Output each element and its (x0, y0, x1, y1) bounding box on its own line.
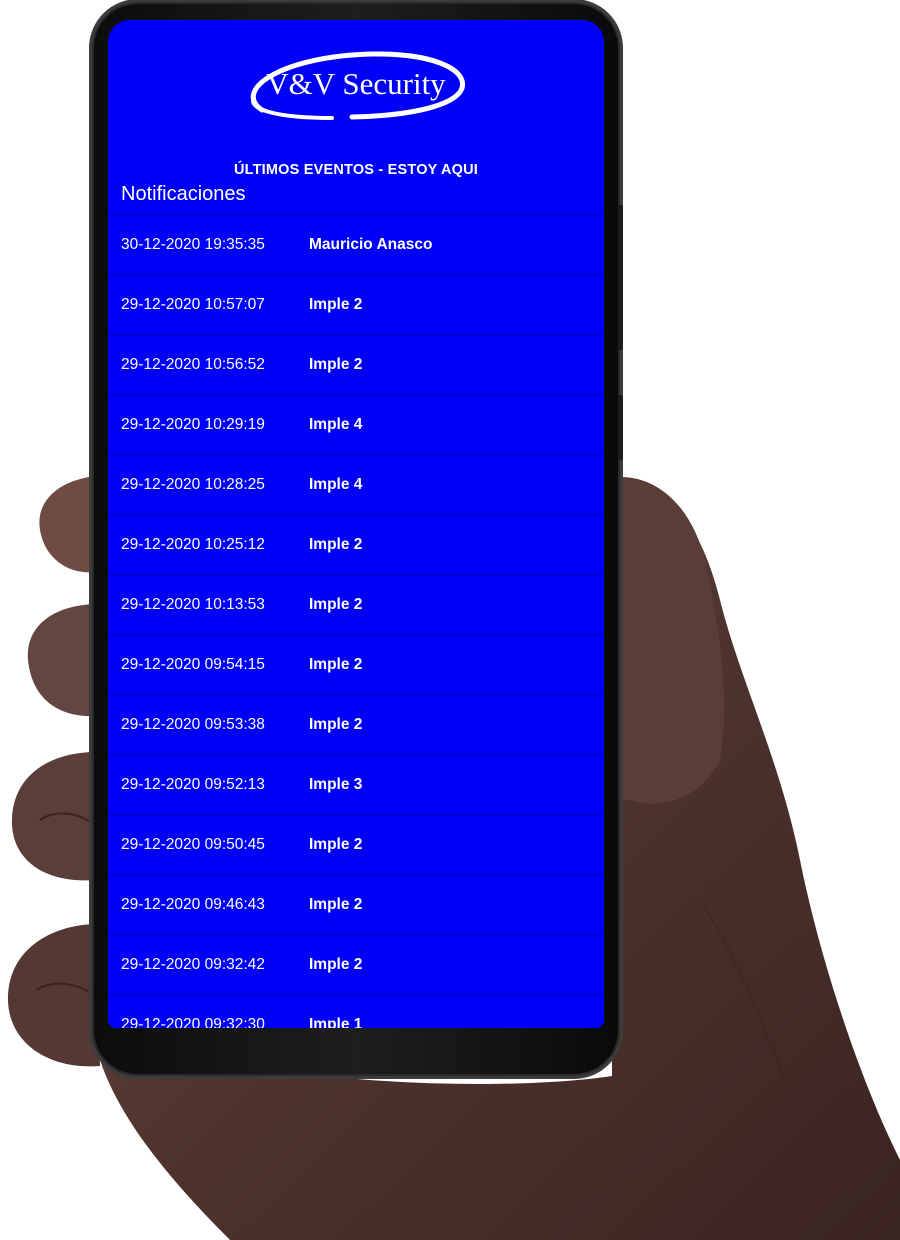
list-item[interactable]: 29-12-2020 10:29:19 Imple 4 (108, 394, 604, 454)
event-datetime: 29-12-2020 09:54:15 (121, 655, 265, 673)
event-name: Imple 2 (309, 955, 363, 973)
event-name: Imple 3 (309, 775, 363, 793)
list-item[interactable]: 29-12-2020 09:54:15 Imple 2 (108, 634, 604, 694)
event-name: Imple 2 (309, 835, 363, 853)
event-datetime: 29-12-2020 09:46:43 (121, 895, 265, 913)
event-name: Imple 2 (309, 295, 363, 313)
event-datetime: 29-12-2020 10:29:19 (121, 415, 265, 433)
event-name: Imple 2 (309, 595, 363, 613)
event-datetime: 29-12-2020 10:57:07 (121, 295, 265, 313)
list-item[interactable]: 29-12-2020 09:46:43 Imple 2 (108, 874, 604, 934)
event-name: Imple 2 (309, 655, 363, 673)
event-name: Imple 1 (309, 1015, 363, 1029)
logo-text: V&V Security (266, 66, 446, 101)
list-item[interactable]: 29-12-2020 10:25:12 Imple 2 (108, 514, 604, 574)
section-title: ÚLTIMOS EVENTOS - ESTOY AQUI (233, 162, 479, 178)
event-name: Imple 2 (309, 895, 363, 913)
power-button (618, 395, 623, 460)
event-datetime: 30-12-2020 19:35:35 (121, 235, 265, 253)
volume-button (618, 205, 623, 350)
event-datetime: 29-12-2020 09:50:45 (121, 835, 265, 853)
event-datetime: 29-12-2020 09:52:13 (121, 775, 265, 793)
list-heading: Notificaciones (121, 183, 246, 205)
list-item[interactable]: 30-12-2020 19:35:35 Mauricio Anasco (108, 214, 604, 274)
list-item[interactable]: 29-12-2020 09:32:42 Imple 2 (108, 934, 604, 994)
list-item[interactable]: 29-12-2020 10:13:53 Imple 2 (108, 574, 604, 634)
list-item[interactable]: 29-12-2020 09:32:30 Imple 1 (108, 994, 604, 1028)
list-item[interactable]: 29-12-2020 09:50:45 Imple 2 (108, 814, 604, 874)
event-datetime: 29-12-2020 09:32:42 (121, 955, 265, 973)
event-datetime: 29-12-2020 10:28:25 (121, 475, 265, 493)
list-item[interactable]: 29-12-2020 10:28:25 Imple 4 (108, 454, 604, 514)
app-screen: V&V Security ÚLTIMOS EVENTOS - ESTOY AQU… (108, 20, 604, 1028)
company-logo: V&V Security (242, 50, 470, 120)
event-datetime: 29-12-2020 09:53:38 (121, 715, 265, 733)
event-name: Imple 4 (309, 415, 363, 433)
event-name: Imple 4 (309, 475, 363, 493)
event-name: Imple 2 (309, 535, 363, 553)
events-list: 30-12-2020 19:35:35 Mauricio Anasco 29-12-… (108, 214, 604, 1028)
event-datetime: 29-12-2020 09:32:30 (121, 1015, 265, 1029)
event-datetime: 29-12-2020 10:13:53 (121, 595, 265, 613)
list-item[interactable]: 29-12-2020 10:56:52 Imple 2 (108, 334, 604, 394)
list-item[interactable]: 29-12-2020 10:57:07 Imple 2 (108, 274, 604, 334)
event-name: Mauricio Anasco (309, 235, 433, 253)
event-datetime: 29-12-2020 10:56:52 (121, 355, 265, 373)
event-name: Imple 2 (309, 715, 363, 733)
event-datetime: 29-12-2020 10:25:12 (121, 535, 265, 553)
event-name: Imple 2 (309, 355, 363, 373)
list-item[interactable]: 29-12-2020 09:53:38 Imple 2 (108, 694, 604, 754)
list-item[interactable]: 29-12-2020 09:52:13 Imple 3 (108, 754, 604, 814)
